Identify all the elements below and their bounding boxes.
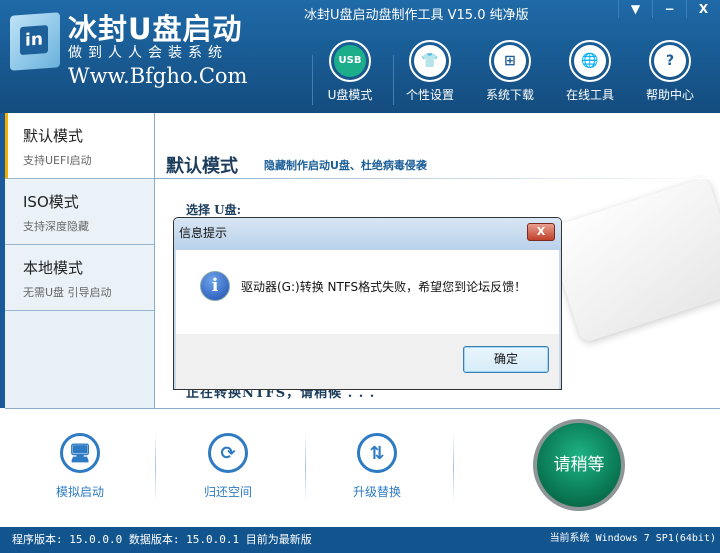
page-title: 默认模式 — [166, 156, 238, 177]
tool-label: 模拟启动 — [55, 485, 104, 499]
item-sub: 支持UEFI启动 — [23, 154, 92, 167]
item-sub: 支持深度隐藏 — [23, 220, 89, 233]
dialog-footer: 确定 — [176, 334, 559, 389]
logo-icon: in — [10, 12, 60, 71]
tshirt-icon: 👕 — [414, 45, 446, 77]
sidebar-item-iso-mode[interactable]: ISO模式支持深度隐藏 — [5, 179, 154, 245]
tool-label: 归还空间 — [203, 485, 252, 499]
item-sub: 无需U盘 引导启动 — [23, 286, 112, 299]
minimize-button[interactable]: − — [652, 0, 686, 18]
divider — [305, 432, 306, 502]
upgrade-replace-button[interactable]: ⇅ 升级替换 — [337, 433, 417, 500]
sidebar-item-local-mode[interactable]: 本地模式无需U盘 引导启动 — [5, 245, 154, 311]
version-info: 程序版本: 15.0.0.0 数据版本: 15.0.0.1 目前为最新版 — [12, 533, 312, 546]
dialog-body: i 驱动器(G:)转换 NTFS格式失败，希望您到论坛反馈！ — [176, 250, 559, 334]
windows-icon: ⊞ — [494, 45, 526, 77]
simulate-boot-button[interactable]: 🖥 模拟启动 — [40, 433, 120, 500]
usb-drive-image — [545, 176, 720, 344]
website-link[interactable]: Www.Bfgho.Com — [68, 64, 247, 88]
ok-button[interactable]: 确定 — [463, 346, 549, 373]
dialog-message: 驱动器(G:)转换 NTFS格式失败，希望您到论坛反馈！ — [241, 280, 527, 294]
page-subtitle: 隐藏制作启动U盘、杜绝病毒侵袭 — [264, 159, 427, 172]
refresh-icon: ⟳ — [208, 433, 248, 473]
close-button[interactable]: X — [686, 0, 720, 18]
select-usb-label: 选择 U盘: — [186, 203, 242, 217]
restore-space-button[interactable]: ⟳ 归还空间 — [188, 433, 268, 500]
menu-dropdown-button[interactable]: ▼ — [618, 0, 652, 18]
nav-help[interactable]: ? 帮助中心 — [635, 40, 705, 103]
sidebar-item-default-mode[interactable]: 默认模式支持UEFI启动 — [5, 113, 154, 179]
up-down-arrows-icon: ⇅ — [357, 433, 397, 473]
item-title: ISO模式 — [23, 193, 79, 211]
usb-icon: USB — [334, 45, 366, 77]
dialog-close-button[interactable]: X — [527, 223, 555, 241]
system-info: 当前系统 Windows 7 SP1(64bit) — [549, 533, 716, 544]
slogan: 做到人人会装系统 — [68, 45, 228, 61]
nav-online-tools[interactable]: 🌐 在线工具 — [555, 40, 625, 103]
divider — [155, 178, 715, 179]
divider — [155, 432, 156, 502]
divider — [393, 55, 394, 105]
start-button[interactable]: 请稍等 — [533, 419, 625, 511]
tool-label: 升级替换 — [352, 485, 401, 499]
dialog-title: 信息提示 — [174, 218, 561, 250]
window-title: 冰封U盘启动盘制作工具 V15.0 纯净版 — [304, 8, 529, 23]
window-controls: ▼ − X — [618, 0, 720, 18]
monitor-icon: 🖥 — [60, 433, 100, 473]
info-icon: i — [200, 271, 230, 301]
sidebar: 默认模式支持UEFI启动 ISO模式支持深度隐藏 本地模式无需U盘 引导启动 — [0, 113, 155, 408]
nav-personalize[interactable]: 👕 个性设置 — [395, 40, 465, 103]
status-bar: 程序版本: 15.0.0.0 数据版本: 15.0.0.1 目前为最新版 当前系… — [0, 527, 720, 553]
nav-label: U盘模式 — [327, 88, 373, 102]
nav-system-download[interactable]: ⊞ 系统下载 — [475, 40, 545, 103]
divider — [312, 55, 313, 105]
divider — [453, 432, 454, 502]
info-dialog: 信息提示 X i 驱动器(G:)转换 NTFS格式失败，希望您到论坛反馈！ 确定 — [173, 217, 562, 390]
nav-label: 系统下载 — [485, 88, 534, 102]
nav-label: 帮助中心 — [645, 88, 694, 102]
nav-label: 个性设置 — [405, 88, 454, 102]
logo-letters: in — [20, 25, 48, 56]
item-title: 默认模式 — [23, 127, 84, 145]
nav-usb-mode[interactable]: USB U盘模式 — [315, 40, 385, 103]
nav-label: 在线工具 — [565, 88, 614, 102]
globe-icon: 🌐 — [574, 45, 606, 77]
help-icon: ? — [654, 45, 686, 77]
item-title: 本地模式 — [23, 259, 84, 277]
header: in 冰封U盘启动 做到人人会装系统 Www.Bfgho.Com 冰封U盘启动盘… — [0, 0, 720, 113]
